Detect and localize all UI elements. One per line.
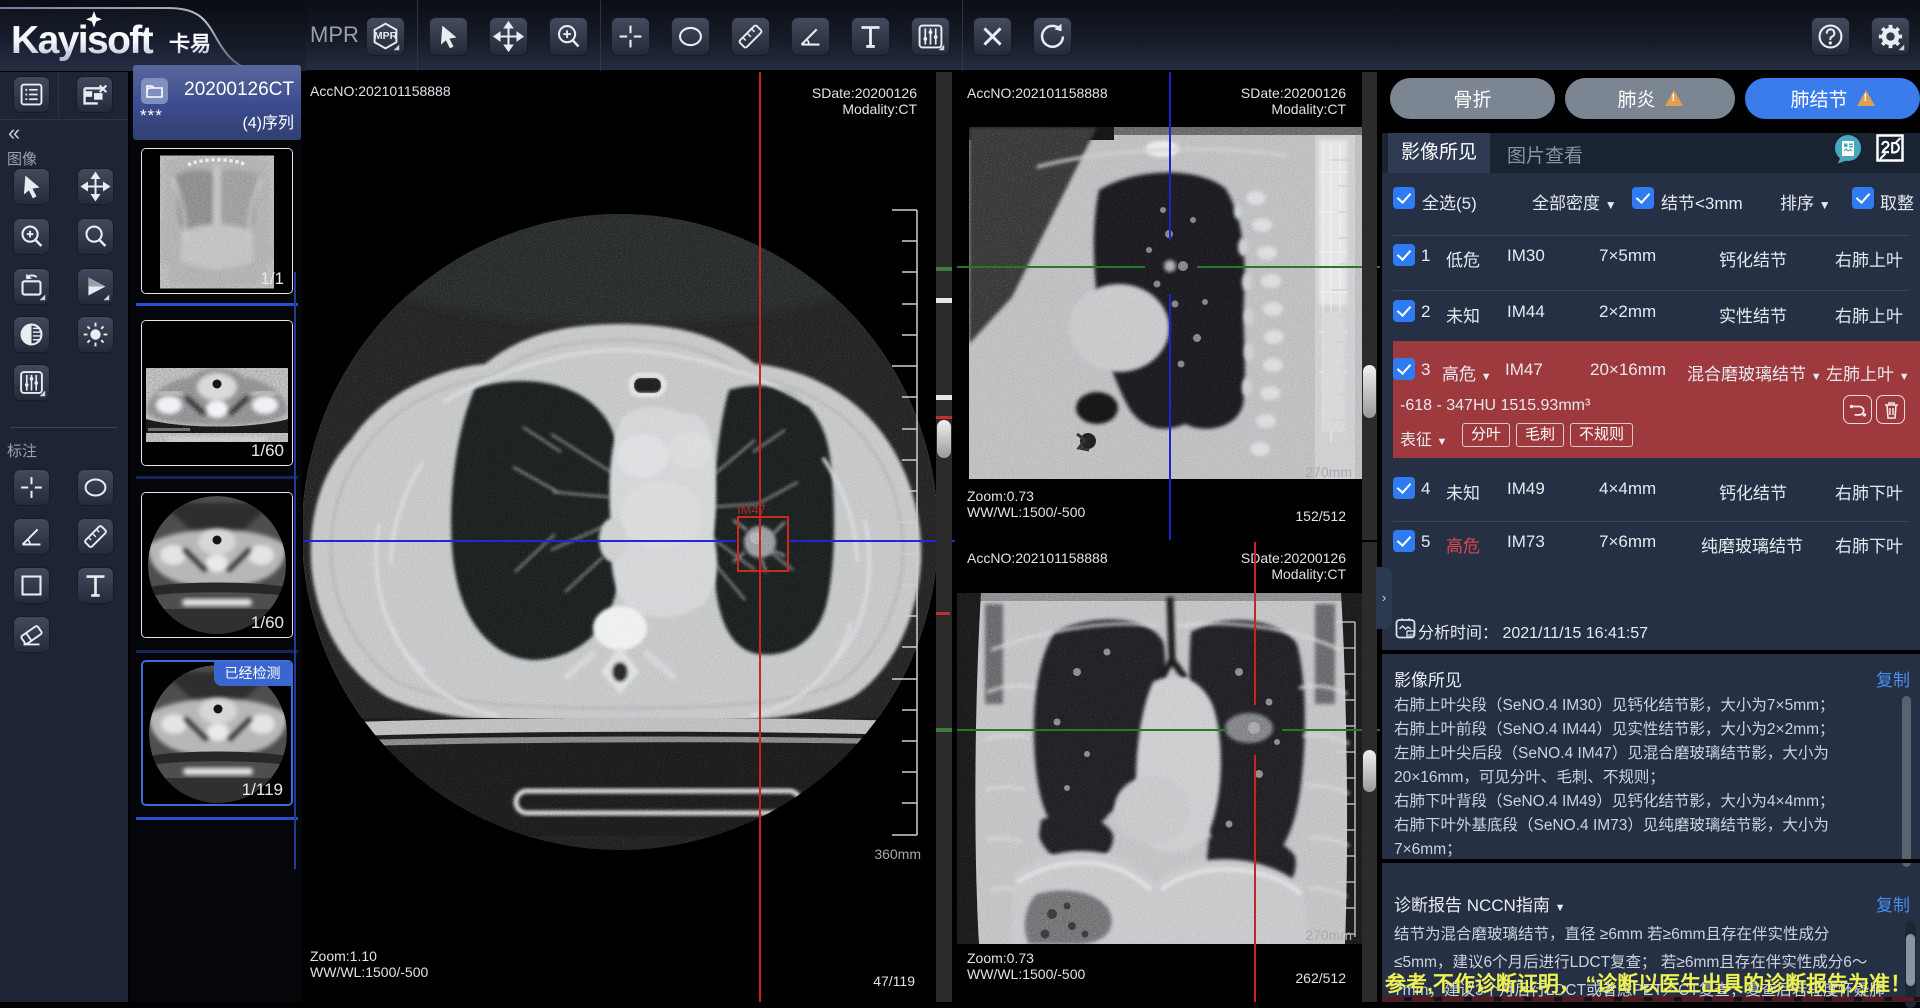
svg-text:Kayisoft: Kayisoft [11, 19, 154, 62]
svg-text:卡易: 卡易 [169, 33, 211, 56]
